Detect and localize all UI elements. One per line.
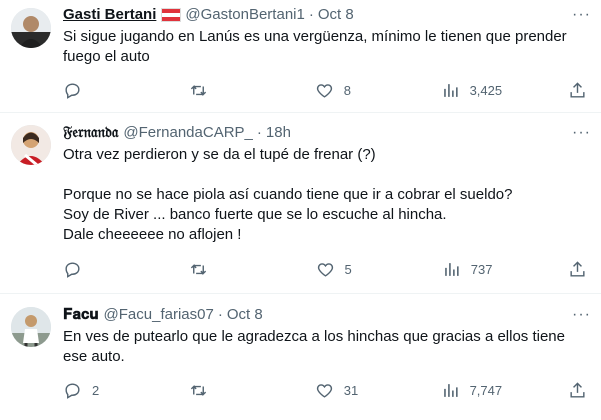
separator-dot: · — [217, 306, 223, 323]
tweet-feed: Gasti Bertani @GastonBertani1 · Oct 8 Si… — [0, 0, 601, 420]
like-button[interactable]: 5 — [316, 260, 376, 279]
views-button[interactable]: 3,425 — [441, 81, 503, 100]
view-count: 3,425 — [469, 82, 503, 98]
reply-icon — [65, 82, 80, 99]
like-button[interactable]: 31 — [315, 381, 375, 400]
tweet[interactable]: Gasti Bertani @GastonBertani1 · Oct 8 Si… — [0, 0, 601, 113]
reply-icon — [65, 261, 80, 278]
like-button[interactable]: 8 — [315, 81, 375, 100]
separator-dot: · — [256, 124, 262, 141]
tweet-text: En ves de putearlo que le agradezca a lo… — [63, 328, 570, 365]
views-icon — [443, 83, 458, 97]
share-button[interactable] — [568, 260, 587, 279]
timestamp[interactable]: 18h — [266, 123, 291, 143]
author-name[interactable]: 𝔉𝔢𝔯𝔫𝔞𝔫𝔡𝔞 — [63, 123, 118, 143]
tweet[interactable]: 𝔉𝔢𝔯𝔫𝔞𝔫𝔡𝔞 @FernandaCARP_ · 18h Otra vez p… — [0, 113, 601, 294]
heart-icon — [316, 83, 332, 98]
tweet-content: 𝐅𝐚𝐜𝐮 @Facu_farias07 · Oct 8 En ves de pu… — [63, 305, 589, 367]
tweet-header: Gasti Bertani @GastonBertani1 · Oct 8 — [63, 5, 589, 25]
retweet-button[interactable] — [189, 81, 249, 100]
share-icon — [570, 381, 585, 398]
reply-button[interactable]: 2 — [63, 381, 123, 400]
separator-dot: · — [308, 6, 314, 23]
tweet-content: Gasti Bertani @GastonBertani1 · Oct 8 Si… — [63, 5, 589, 67]
retweet-icon — [190, 384, 206, 396]
author-handle[interactable]: @GastonBertani1 — [185, 5, 304, 25]
more-icon[interactable]: ··· — [572, 306, 591, 324]
austria-flag-icon — [161, 8, 182, 22]
retweet-button[interactable] — [189, 381, 249, 400]
reply-button[interactable] — [63, 81, 123, 100]
author-name[interactable]: Gasti Bertani — [63, 5, 156, 25]
views-button[interactable]: 737 — [442, 260, 502, 279]
reply-count: 2 — [92, 382, 100, 398]
views-icon — [444, 262, 459, 276]
reply-button[interactable] — [63, 260, 123, 279]
views-icon — [443, 383, 458, 397]
avatar[interactable] — [11, 307, 51, 347]
share-icon — [570, 81, 585, 98]
view-count: 737 — [470, 261, 493, 277]
heart-icon — [316, 383, 332, 398]
heart-icon — [317, 262, 333, 277]
tweet-actions: 5 737 — [63, 259, 587, 279]
like-count: 8 — [343, 82, 351, 98]
tweet-text: Si sigue jugando en Lanús es una vergüen… — [63, 28, 571, 65]
like-count: 31 — [343, 382, 359, 398]
tweet-header: 𝐅𝐚𝐜𝐮 @Facu_farias07 · Oct 8 — [63, 305, 589, 325]
more-icon[interactable]: ··· — [572, 6, 591, 24]
view-count: 7,747 — [469, 382, 503, 398]
retweet-icon — [190, 84, 206, 96]
timestamp[interactable]: Oct 8 — [318, 5, 354, 25]
timestamp[interactable]: Oct 8 — [227, 305, 263, 325]
tweet-text: Otra vez perdieron y se da el tupé de fr… — [63, 146, 513, 243]
avatar[interactable] — [11, 8, 51, 48]
share-button[interactable] — [568, 381, 587, 400]
tweet-actions: 8 3,425 — [63, 80, 587, 100]
more-icon[interactable]: ··· — [572, 124, 591, 142]
tweet-header: 𝔉𝔢𝔯𝔫𝔞𝔫𝔡𝔞 @FernandaCARP_ · 18h — [63, 123, 589, 143]
tweet[interactable]: 𝐅𝐚𝐜𝐮 @Facu_farias07 · Oct 8 En ves de pu… — [0, 294, 601, 420]
share-button[interactable] — [568, 81, 587, 100]
retweet-button[interactable] — [189, 260, 249, 279]
tweet-content: 𝔉𝔢𝔯𝔫𝔞𝔫𝔡𝔞 @FernandaCARP_ · 18h Otra vez p… — [63, 123, 589, 245]
author-name[interactable]: 𝐅𝐚𝐜𝐮 — [63, 305, 99, 325]
tweet-actions: 2 31 7,747 — [63, 380, 587, 400]
views-button[interactable]: 7,747 — [441, 381, 503, 400]
avatar[interactable] — [11, 125, 51, 165]
like-count: 5 — [344, 261, 352, 277]
author-handle[interactable]: @FernandaCARP_ — [123, 123, 252, 143]
retweet-icon — [191, 263, 207, 275]
author-handle[interactable]: @Facu_farias07 — [104, 305, 214, 325]
reply-icon — [65, 382, 80, 399]
share-icon — [570, 260, 585, 277]
